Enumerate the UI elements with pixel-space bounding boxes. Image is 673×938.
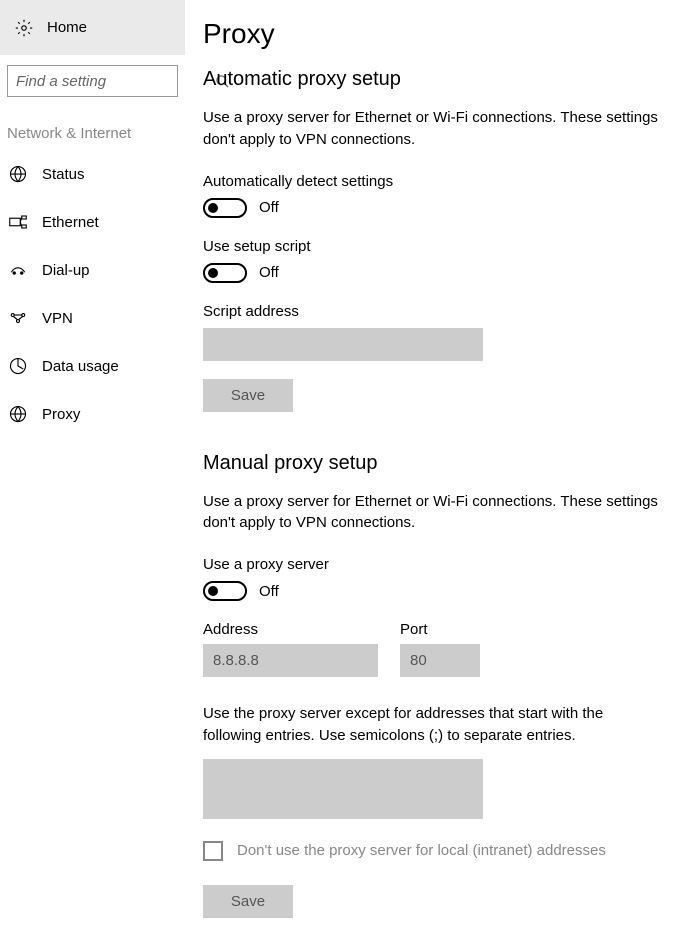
search-box[interactable] [7, 65, 178, 97]
dialup-icon [9, 263, 27, 277]
except-desc: Use the proxy server except for addresse… [203, 703, 658, 747]
auto-save-button[interactable]: Save [203, 379, 293, 412]
sidebar-item-label: Status [42, 166, 85, 183]
main-content: Proxy Automatic proxy setup Use a proxy … [185, 0, 673, 938]
script-state: Off [259, 264, 279, 281]
page-title: Proxy [203, 18, 658, 50]
sidebar-item-label: Data usage [42, 358, 119, 375]
ethernet-icon [9, 215, 27, 229]
manual-heading: Manual proxy setup [203, 452, 658, 475]
port-label: Port [400, 621, 480, 638]
exceptions-input[interactable] [203, 759, 483, 819]
script-address-input[interactable] [203, 328, 483, 361]
manual-desc: Use a proxy server for Ethernet or Wi-Fi… [203, 491, 658, 535]
address-input[interactable] [203, 644, 378, 677]
local-label: Don't use the proxy server for local (in… [237, 842, 606, 859]
network-icon [9, 165, 27, 183]
sidebar-item-label: Dial-up [42, 262, 90, 279]
detect-toggle[interactable] [203, 198, 247, 218]
sidebar-item-ethernet[interactable]: Ethernet [0, 198, 185, 246]
detect-state: Off [259, 199, 279, 216]
script-label: Use setup script [203, 238, 658, 255]
data-usage-icon [9, 357, 27, 375]
detect-label: Automatically detect settings [203, 173, 658, 190]
home-button[interactable]: Home [0, 0, 185, 55]
address-label: Address [203, 621, 378, 638]
gear-icon [15, 19, 33, 37]
auto-heading: Automatic proxy setup [203, 68, 658, 91]
local-checkbox[interactable] [203, 841, 223, 861]
port-input[interactable] [400, 644, 480, 677]
sidebar-item-label: Proxy [42, 406, 80, 423]
sidebar-item-vpn[interactable]: VPN [0, 294, 185, 342]
proxy-icon [9, 405, 27, 423]
use-proxy-label: Use a proxy server [203, 556, 658, 573]
use-proxy-toggle[interactable] [203, 581, 247, 601]
sidebar-item-status[interactable]: Status [0, 150, 185, 198]
sidebar-item-label: Ethernet [42, 214, 99, 231]
script-toggle[interactable] [203, 263, 247, 283]
sidebar-item-dialup[interactable]: Dial-up [0, 246, 185, 294]
sidebar-item-label: VPN [42, 310, 73, 327]
home-label: Home [47, 19, 87, 36]
vpn-icon [9, 311, 27, 325]
sidebar-item-proxy[interactable]: Proxy [0, 390, 185, 438]
script-addr-label: Script address [203, 303, 658, 320]
use-proxy-state: Off [259, 583, 279, 600]
sidebar-item-datausage[interactable]: Data usage [0, 342, 185, 390]
manual-save-button[interactable]: Save [203, 885, 293, 918]
sidebar: Home Network & Internet Status Ethernet [0, 0, 185, 938]
section-label: Network & Internet [0, 97, 185, 150]
auto-desc: Use a proxy server for Ethernet or Wi-Fi… [203, 107, 658, 151]
